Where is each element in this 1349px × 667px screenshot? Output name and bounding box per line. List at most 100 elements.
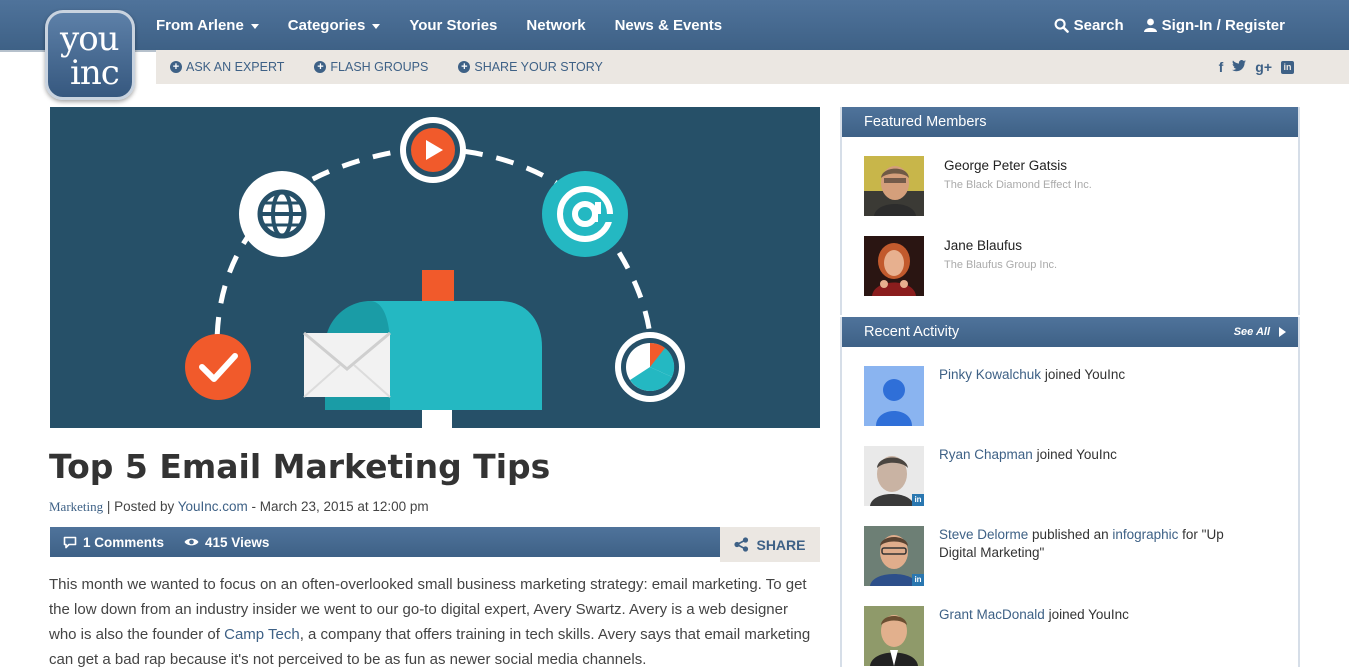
views-count: 415 Views xyxy=(184,535,269,550)
plus-circle-icon: + xyxy=(314,61,327,73)
activity-user-link[interactable]: Pinky Kowalchuk xyxy=(939,367,1041,382)
recent-activity-heading: Recent Activity See All xyxy=(842,317,1298,347)
plus-circle-icon: + xyxy=(458,61,471,73)
activity-text: Ryan Chapman joined YouInc xyxy=(939,446,1259,464)
mailbox-icon xyxy=(303,270,542,428)
share-label: SHARE xyxy=(756,536,806,553)
activity-user-link[interactable]: Steve Delorme xyxy=(939,527,1028,542)
avatar[interactable] xyxy=(864,156,924,216)
article-hero-image xyxy=(50,107,820,428)
user-icon xyxy=(1143,18,1157,32)
featured-members-panel: Featured Members George Peter Gatsis The… xyxy=(840,107,1300,315)
member-company: The Blaufus Group Inc. xyxy=(944,259,1058,271)
at-sign-icon xyxy=(542,171,628,257)
featured-members-title: Featured Members xyxy=(864,114,987,130)
activity-text: Grant MacDonald joined YouInc xyxy=(939,606,1259,624)
article-body: This month we wanted to focus on an ofte… xyxy=(49,572,819,667)
activity-action: joined YouInc xyxy=(1032,447,1117,462)
avatar[interactable] xyxy=(864,606,924,666)
search-icon xyxy=(1054,18,1069,33)
flash-groups-label: FLASH GROUPS xyxy=(330,60,429,74)
nav-from-arlene-label: From Arlene xyxy=(156,16,244,34)
nav-network-label: Network xyxy=(526,16,586,34)
avatar[interactable]: in xyxy=(864,446,924,506)
recent-activity-panel: Recent Activity See All Pinky Kowalchuk … xyxy=(840,317,1300,667)
avatar[interactable] xyxy=(864,366,924,426)
activity-text: Pinky Kowalchuk joined YouInc xyxy=(939,366,1259,384)
author-link[interactable]: YouInc.com xyxy=(178,499,248,514)
featured-members-heading: Featured Members xyxy=(842,107,1298,137)
play-icon xyxy=(400,117,466,183)
chevron-down-icon xyxy=(250,23,259,29)
search-button[interactable]: Search xyxy=(1054,17,1124,34)
nav-your-stories-label: Your Stories xyxy=(409,16,498,34)
nav-categories[interactable]: Categories xyxy=(288,17,381,34)
avatar[interactable]: in xyxy=(864,526,924,586)
google-plus-icon[interactable]: g+ xyxy=(1255,59,1272,75)
play-arrow-icon xyxy=(1279,327,1286,337)
plus-circle-icon: + xyxy=(170,61,182,73)
linkedin-icon[interactable]: in xyxy=(1281,60,1294,74)
activity-action: joined YouInc xyxy=(1044,607,1129,622)
member-company: The Black Diamond Effect Inc. xyxy=(944,179,1092,191)
social-links: f g+ in xyxy=(1210,50,1294,84)
nav-news-events-label: News & Events xyxy=(614,16,723,34)
signin-register-button[interactable]: Sign-In / Register xyxy=(1143,16,1285,34)
nav-your-stories[interactable]: Your Stories xyxy=(409,17,497,34)
checkmark-icon xyxy=(185,334,251,400)
nav-news-events[interactable]: News & Events xyxy=(615,17,723,34)
main-nav: From Arlene Categories Your Stories Netw… xyxy=(156,0,751,50)
activity-item: Pinky Kowalchuk joined YouInc xyxy=(864,366,1284,428)
signin-label: Sign-In / Register xyxy=(1161,16,1285,34)
recent-activity-title: Recent Activity xyxy=(864,324,960,340)
activity-user-link[interactable]: Grant MacDonald xyxy=(939,607,1045,622)
email-marketing-illustration xyxy=(185,117,685,428)
flash-groups-link[interactable]: + FLASH GROUPS xyxy=(314,60,428,74)
comments-label: 1 Comments xyxy=(83,534,165,550)
activity-user-link[interactable]: Ryan Chapman xyxy=(939,447,1033,462)
member-name[interactable]: George Peter Gatsis xyxy=(944,158,1067,173)
top-navigation-bar: From Arlene Categories Your Stories Netw… xyxy=(0,0,1349,52)
avatar[interactable] xyxy=(864,236,924,296)
activity-item: Grant MacDonald joined YouInc xyxy=(864,606,1284,667)
share-button[interactable]: SHARE xyxy=(720,527,820,562)
sub-links: + ASK AN EXPERT + FLASH GROUPS + SHARE Y… xyxy=(170,50,633,84)
eye-icon xyxy=(184,538,199,546)
posted-by-text: | Posted by xyxy=(103,499,178,514)
comments-count[interactable]: 1 Comments xyxy=(63,535,164,550)
ask-an-expert-label: ASK AN EXPERT xyxy=(186,60,285,74)
featured-member[interactable]: George Peter Gatsis The Black Diamond Ef… xyxy=(864,156,1284,218)
activity-action: joined YouInc xyxy=(1041,367,1126,382)
see-all-label: See All xyxy=(1233,326,1270,338)
twitter-icon[interactable] xyxy=(1232,59,1247,75)
member-name[interactable]: Jane Blaufus xyxy=(944,238,1022,253)
chevron-down-icon xyxy=(372,23,381,29)
share-your-story-label: SHARE YOUR STORY xyxy=(474,60,603,74)
nav-from-arlene[interactable]: From Arlene xyxy=(156,17,259,34)
see-all-link[interactable]: See All xyxy=(1234,317,1286,347)
share-icon xyxy=(734,537,749,552)
facebook-icon[interactable]: f xyxy=(1219,59,1224,75)
linkedin-icon: in xyxy=(912,574,924,586)
camp-tech-link[interactable]: Camp Tech xyxy=(224,626,300,643)
post-date: - March 23, 2015 at 12:00 pm xyxy=(247,499,429,514)
article-stats-bar: 1 Comments 415 Views xyxy=(50,527,720,557)
nav-network[interactable]: Network xyxy=(526,17,585,34)
pie-chart-icon xyxy=(615,332,685,402)
ask-an-expert-link[interactable]: + ASK AN EXPERT xyxy=(170,60,284,74)
article-meta: Marketing | Posted by YouInc.com - March… xyxy=(49,499,429,515)
activity-action: published an xyxy=(1028,527,1113,542)
nav-right: Search Sign-In / Register xyxy=(1034,0,1285,50)
category-link[interactable]: Marketing xyxy=(49,499,103,514)
comment-icon xyxy=(63,536,77,548)
globe-icon xyxy=(239,171,325,257)
views-label: 415 Views xyxy=(205,534,270,550)
youinc-logo[interactable]: you inc xyxy=(45,10,135,100)
infographic-link[interactable]: infographic xyxy=(1112,527,1178,542)
activity-item: in Ryan Chapman joined YouInc xyxy=(864,446,1284,508)
activity-text: Steve Delorme published an infographic f… xyxy=(939,526,1259,562)
linkedin-icon: in xyxy=(912,494,924,506)
share-your-story-link[interactable]: + SHARE YOUR STORY xyxy=(458,60,603,74)
featured-member[interactable]: Jane Blaufus The Blaufus Group Inc. xyxy=(864,236,1284,298)
nav-categories-label: Categories xyxy=(287,16,366,34)
